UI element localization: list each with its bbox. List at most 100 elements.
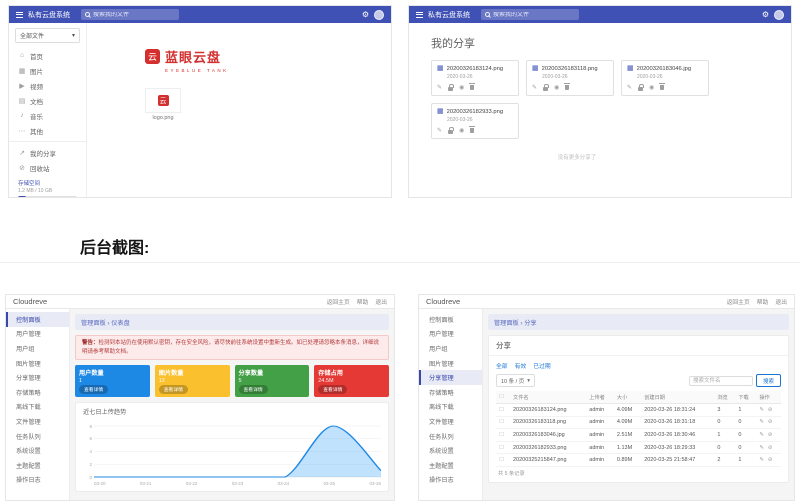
sidebar-item-users[interactable]: 用户管理	[419, 327, 482, 342]
delete-icon[interactable]	[660, 85, 664, 90]
row-checkbox[interactable]: ☐	[499, 407, 504, 413]
nav-link-help[interactable]: 帮助	[357, 297, 369, 306]
table-search-input[interactable]	[689, 376, 753, 386]
search-box[interactable]	[81, 9, 179, 20]
sidebar-item-other[interactable]: ⋯其他	[9, 123, 86, 138]
search-input[interactable]	[493, 12, 575, 18]
select-all-checkbox[interactable]: ☐	[499, 394, 504, 400]
table-search-button[interactable]: 搜索	[756, 374, 781, 387]
sidebar-item-logs[interactable]: 操作日志	[6, 473, 69, 488]
col-downloads[interactable]: 下载	[735, 391, 756, 404]
col-views[interactable]: 浏览	[714, 391, 735, 404]
brand-logo[interactable]: Cloudreve	[426, 297, 460, 306]
gear-icon[interactable]: ⚙	[362, 11, 369, 19]
lock-icon[interactable]	[543, 87, 548, 91]
hamburger-menu-icon[interactable]	[416, 12, 423, 18]
row-checkbox[interactable]: ☐	[499, 432, 504, 438]
delete-icon[interactable]: ⊘	[768, 457, 773, 463]
sidebar-item-theme[interactable]: 主题配置	[419, 458, 482, 473]
sidebar-item-images[interactable]: 图片管理	[419, 356, 482, 371]
avatar[interactable]	[774, 10, 784, 20]
sidebar-item-videos[interactable]: ▶视频	[9, 78, 86, 93]
col-uploader[interactable]: 上传者	[586, 391, 614, 404]
sidebar-item-my-shares[interactable]: ↗我的分享	[9, 145, 86, 160]
delete-icon[interactable]	[565, 85, 569, 90]
share-card[interactable]: ▦20200326183124.png 2020-03-26 ✎◉	[431, 60, 519, 96]
sidebar-item-theme[interactable]: 主题配置	[6, 458, 69, 473]
delete-icon[interactable]	[470, 85, 474, 90]
views-icon[interactable]: ◉	[554, 84, 559, 91]
avatar[interactable]	[374, 10, 384, 20]
sidebar-item-logs[interactable]: 操作日志	[419, 473, 482, 488]
nav-link-help[interactable]: 帮助	[757, 297, 769, 306]
stat-detail-button[interactable]: 查看详情	[318, 385, 347, 394]
file-thumbnail[interactable]: 云 logo.png	[145, 88, 181, 121]
stat-detail-button[interactable]: 查看详情	[239, 385, 268, 394]
sidebar-item-images[interactable]: 图片管理	[6, 356, 69, 371]
brand-logo[interactable]: Cloudreve	[13, 297, 47, 306]
edit-icon[interactable]: ✎	[437, 84, 442, 91]
lock-icon[interactable]	[448, 87, 453, 91]
col-date[interactable]: 创建日期	[641, 391, 714, 404]
stat-detail-button[interactable]: 查看详情	[159, 385, 188, 394]
sidebar-item-docs[interactable]: ▤文档	[9, 93, 86, 108]
row-checkbox[interactable]: ☐	[499, 419, 504, 425]
delete-icon[interactable]: ⊘	[768, 407, 773, 413]
sidebar-item-home[interactable]: ⌂首页	[9, 48, 86, 63]
sidebar-item-groups[interactable]: 用户组	[419, 341, 482, 356]
hamburger-menu-icon[interactable]	[16, 12, 23, 18]
filter-expired[interactable]: 已过期	[533, 361, 550, 370]
views-icon[interactable]: ◉	[649, 84, 654, 91]
filter-all[interactable]: 全部	[496, 361, 508, 370]
sidebar-item-images[interactable]: ▦图片	[9, 63, 86, 78]
sidebar-item-offline-download[interactable]: 离线下载	[6, 400, 69, 415]
sidebar-item-storage-policy[interactable]: 存储策略	[6, 385, 69, 400]
edit-icon[interactable]: ✎	[532, 84, 537, 91]
sidebar-item-files[interactable]: 文件管理	[6, 414, 69, 429]
collection-select[interactable]: 全部文件 ▾	[15, 28, 80, 43]
col-size[interactable]: 大小	[614, 391, 641, 404]
sidebar-item-music[interactable]: ♪音乐	[9, 108, 86, 123]
per-page-select[interactable]: 10 条 / 页 ▾	[496, 374, 535, 387]
sidebar-item-users[interactable]: 用户管理	[6, 327, 69, 342]
sidebar-item-storage-policy[interactable]: 存储策略	[419, 385, 482, 400]
sidebar-item-tasks[interactable]: 任务队列	[6, 429, 69, 444]
table-row[interactable]: ☐ 20200326183124.png admin 4.09M 2020-03…	[496, 404, 781, 417]
share-card[interactable]: ▦20200326183046.jpg 2020-03-26 ✎◉	[621, 60, 709, 96]
edit-icon[interactable]: ✎	[759, 432, 764, 438]
nav-link-logout[interactable]: 退出	[375, 297, 387, 306]
lock-icon[interactable]	[638, 87, 643, 91]
views-icon[interactable]: ◉	[459, 84, 464, 91]
search-input[interactable]	[93, 12, 175, 18]
nav-link-home[interactable]: 返回主页	[327, 297, 350, 306]
sidebar-item-dashboard[interactable]: 控制面板	[6, 312, 69, 327]
table-row[interactable]: ☐ 20200325215847.png admin 0.89M 2020-03…	[496, 454, 781, 467]
delete-icon[interactable]: ⊘	[768, 419, 773, 425]
sidebar-item-shares[interactable]: 分享管理	[419, 370, 482, 385]
sidebar-item-groups[interactable]: 用户组	[6, 341, 69, 356]
edit-icon[interactable]: ✎	[759, 445, 764, 451]
sidebar-item-offline-download[interactable]: 离线下载	[419, 400, 482, 415]
share-card[interactable]: ▦20200326182933.png 2020-03-26 ✎◉	[431, 103, 519, 139]
col-filename[interactable]: 文件名	[510, 391, 586, 404]
delete-icon[interactable]: ⊘	[768, 445, 773, 451]
edit-icon[interactable]: ✎	[759, 419, 764, 425]
edit-icon[interactable]: ✎	[759, 407, 764, 413]
row-checkbox[interactable]: ☐	[499, 457, 504, 463]
nav-link-home[interactable]: 返回主页	[727, 297, 750, 306]
delete-icon[interactable]	[470, 128, 474, 133]
sidebar-item-tasks[interactable]: 任务队列	[419, 429, 482, 444]
sidebar-item-settings[interactable]: 系统设置	[419, 443, 482, 458]
views-icon[interactable]: ◉	[459, 127, 464, 134]
stat-detail-button[interactable]: 查看详情	[79, 385, 108, 394]
edit-icon[interactable]: ✎	[627, 84, 632, 91]
search-box[interactable]	[481, 9, 579, 20]
sidebar-item-files[interactable]: 文件管理	[419, 414, 482, 429]
edit-icon[interactable]: ✎	[437, 127, 442, 134]
row-checkbox[interactable]: ☐	[499, 445, 504, 451]
share-card[interactable]: ▦20200326183118.png 2020-03-26 ✎◉	[526, 60, 614, 96]
sidebar-item-trash[interactable]: ⊘回收站	[9, 160, 86, 175]
table-row[interactable]: ☐ 20200326183046.jpg admin 2.51M 2020-03…	[496, 429, 781, 442]
table-row[interactable]: ☐ 20200326183118.png admin 4.09M 2020-03…	[496, 416, 781, 429]
sidebar-item-shares[interactable]: 分享管理	[6, 370, 69, 385]
